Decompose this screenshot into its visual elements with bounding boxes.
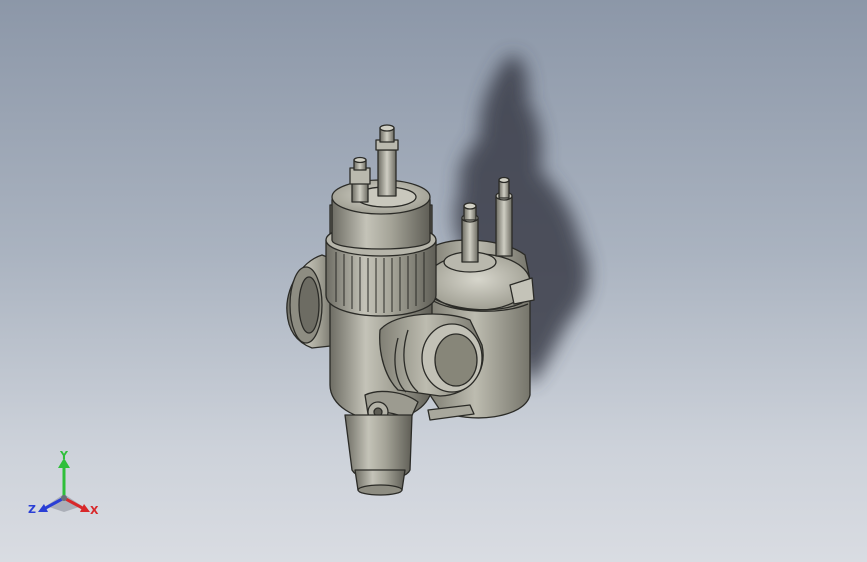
triad-origin: [61, 495, 67, 501]
z-axis-label: Z: [28, 503, 36, 516]
graphics-viewport[interactable]: Y Z X: [0, 0, 867, 562]
y-axis-label: Y: [60, 449, 68, 462]
model-scene[interactable]: [0, 0, 867, 562]
x-axis-label: X: [90, 504, 99, 517]
axis-triad: Y Z X: [24, 448, 108, 524]
